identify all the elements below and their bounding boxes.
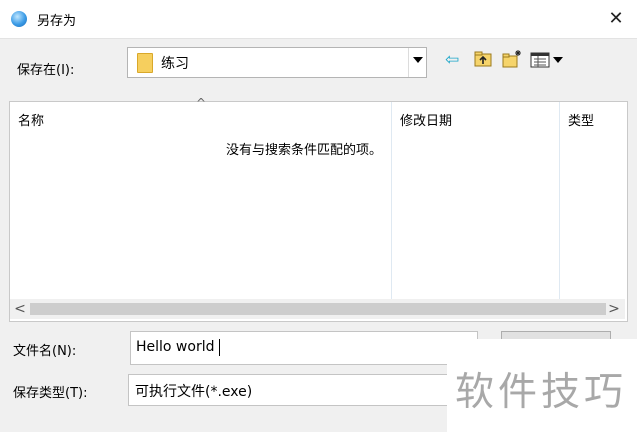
horizontal-scrollbar[interactable]: < >	[10, 299, 625, 319]
column-divider[interactable]	[391, 102, 392, 300]
new-folder-icon[interactable]	[501, 49, 521, 68]
chevron-down-icon[interactable]	[408, 48, 426, 77]
up-folder-icon[interactable]	[473, 50, 493, 68]
save-in-dropdown[interactable]: 练习	[127, 47, 427, 78]
file-list[interactable]: 名称 ^ 修改日期 类型 没有与搜索条件匹配的项。	[9, 96, 628, 322]
save-in-label: 保存在(I):	[17, 63, 75, 78]
empty-message: 没有与搜索条件匹配的项。	[226, 143, 383, 158]
filetype-value: 可执行文件(*.exe)	[135, 384, 253, 400]
column-header-name[interactable]: 名称	[18, 110, 44, 129]
filename-input[interactable]: Hello world	[130, 331, 478, 365]
column-header-type[interactable]: 类型	[568, 110, 594, 129]
save-button[interactable]	[501, 331, 611, 339]
filetype-dropdown[interactable]: 可执行文件(*.exe)	[128, 374, 476, 406]
save-in-value: 练习	[161, 56, 189, 72]
text-caret	[219, 339, 220, 356]
view-menu-icon[interactable]	[530, 51, 564, 69]
close-button[interactable]: ✕	[604, 7, 628, 31]
scroll-left-icon[interactable]: <	[13, 301, 27, 317]
app-icon	[11, 11, 27, 27]
scroll-right-icon[interactable]: >	[607, 301, 621, 317]
filetype-label: 保存类型(T):	[13, 386, 88, 401]
filename-value: Hello world	[136, 339, 215, 355]
scroll-thumb[interactable]	[30, 303, 606, 315]
sort-up-icon: ^	[196, 96, 207, 110]
filename-label: 文件名(N):	[13, 344, 77, 359]
column-header-modified[interactable]: 修改日期	[400, 110, 452, 129]
watermark-text: 软件技巧	[455, 370, 628, 415]
back-icon[interactable]: ⇦	[445, 51, 465, 69]
folder-icon	[137, 53, 153, 73]
window-title: 另存为	[37, 14, 77, 29]
column-divider[interactable]	[559, 102, 560, 300]
title-bar	[0, 0, 637, 39]
